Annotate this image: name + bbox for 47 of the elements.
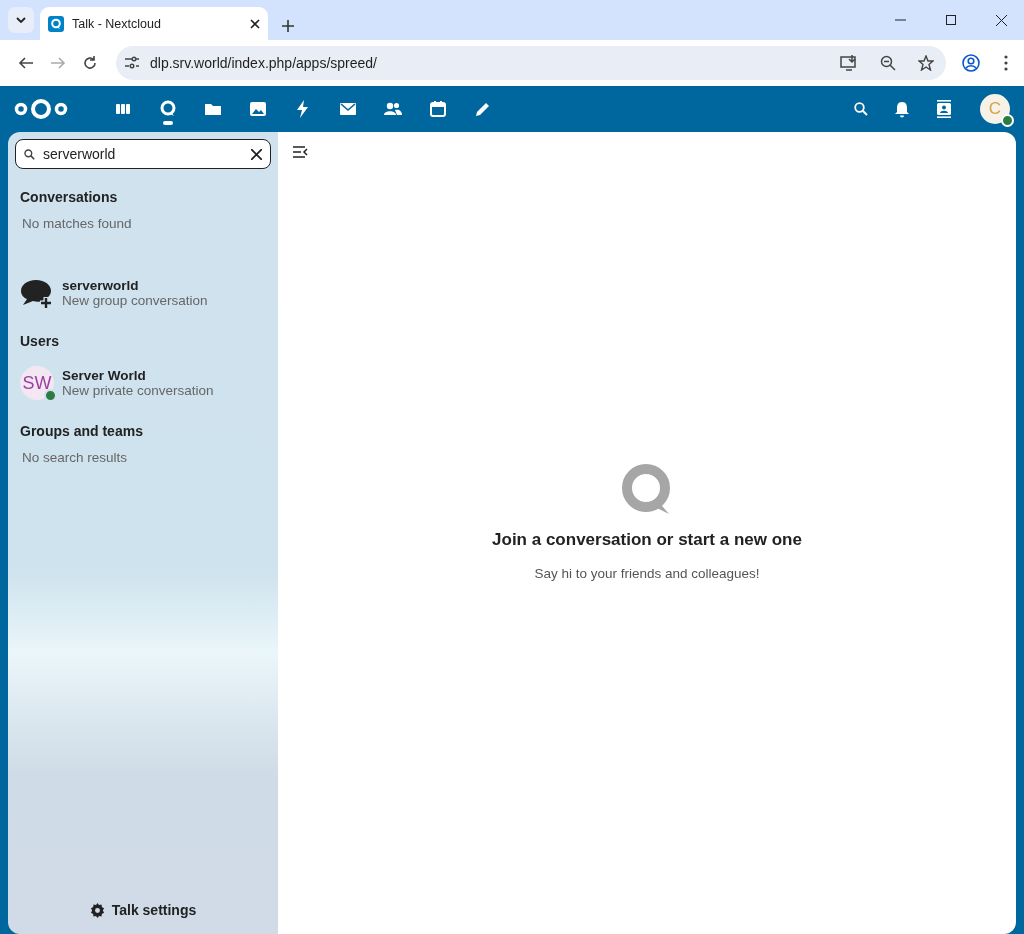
empty-state-heading: Join a conversation or start a new one bbox=[492, 530, 802, 550]
talk-logo-icon bbox=[621, 464, 673, 516]
close-icon[interactable] bbox=[996, 14, 1007, 26]
url-text: dlp.srv.world/index.php/apps/spreed/ bbox=[150, 55, 378, 71]
section-heading: Groups and teams bbox=[19, 423, 144, 439]
chevron-down-icon bbox=[16, 17, 26, 23]
avatar-initials: SW bbox=[22, 372, 52, 394]
zoom-out-icon[interactable] bbox=[880, 55, 896, 71]
search-icon bbox=[24, 149, 35, 160]
reload-icon[interactable] bbox=[82, 55, 98, 71]
clear-icon[interactable] bbox=[251, 149, 262, 160]
talk-logo-icon bbox=[48, 15, 64, 32]
plus-icon[interactable] bbox=[282, 20, 294, 32]
avatar-initial: C bbox=[988, 99, 1002, 119]
browser-tab[interactable]: Talk - Nextcloud bbox=[40, 7, 268, 40]
talk-settings-button[interactable]: Talk settings bbox=[81, 898, 205, 922]
nextcloud-logo-icon[interactable] bbox=[14, 96, 68, 122]
tab-title: Talk - Nextcloud bbox=[72, 16, 162, 31]
tab-list-button[interactable] bbox=[8, 7, 34, 33]
result-name: serverworld bbox=[62, 278, 140, 293]
contacts-icon[interactable] bbox=[936, 100, 952, 118]
empty-message: No search results bbox=[21, 450, 129, 465]
profile-icon[interactable] bbox=[962, 54, 980, 72]
menu-icon[interactable] bbox=[1004, 55, 1008, 71]
calendar-icon bbox=[427, 99, 448, 119]
section-heading: Users bbox=[19, 333, 60, 349]
section-heading: Conversations bbox=[19, 189, 119, 205]
result-name: Server World bbox=[62, 368, 147, 383]
search-icon[interactable] bbox=[854, 102, 868, 116]
close-icon[interactable] bbox=[250, 18, 260, 29]
back-arrow-icon[interactable] bbox=[18, 55, 34, 71]
photos-icon bbox=[247, 99, 268, 119]
result-item[interactable]: serverworld New group conversation bbox=[8, 273, 278, 313]
gear-icon bbox=[89, 902, 105, 918]
star-icon[interactable] bbox=[918, 55, 934, 71]
bell-icon[interactable] bbox=[894, 100, 910, 118]
search-field[interactable]: serverworld bbox=[15, 139, 271, 169]
sidebar-toggle-icon[interactable] bbox=[292, 146, 308, 158]
result-subtitle: New group conversation bbox=[62, 293, 208, 308]
site-settings-icon[interactable] bbox=[124, 56, 140, 70]
install-app-icon[interactable] bbox=[840, 55, 858, 71]
result-subtitle: New private conversation bbox=[62, 383, 214, 398]
empty-message: No matches found bbox=[21, 216, 133, 231]
maximize-icon[interactable] bbox=[946, 15, 956, 25]
address-bar[interactable]: dlp.srv.world/index.php/apps/spreed/ bbox=[116, 46, 946, 80]
chat-bubble-plus-icon bbox=[20, 277, 54, 309]
empty-state-text: Say hi to your friends and colleagues! bbox=[534, 566, 760, 581]
